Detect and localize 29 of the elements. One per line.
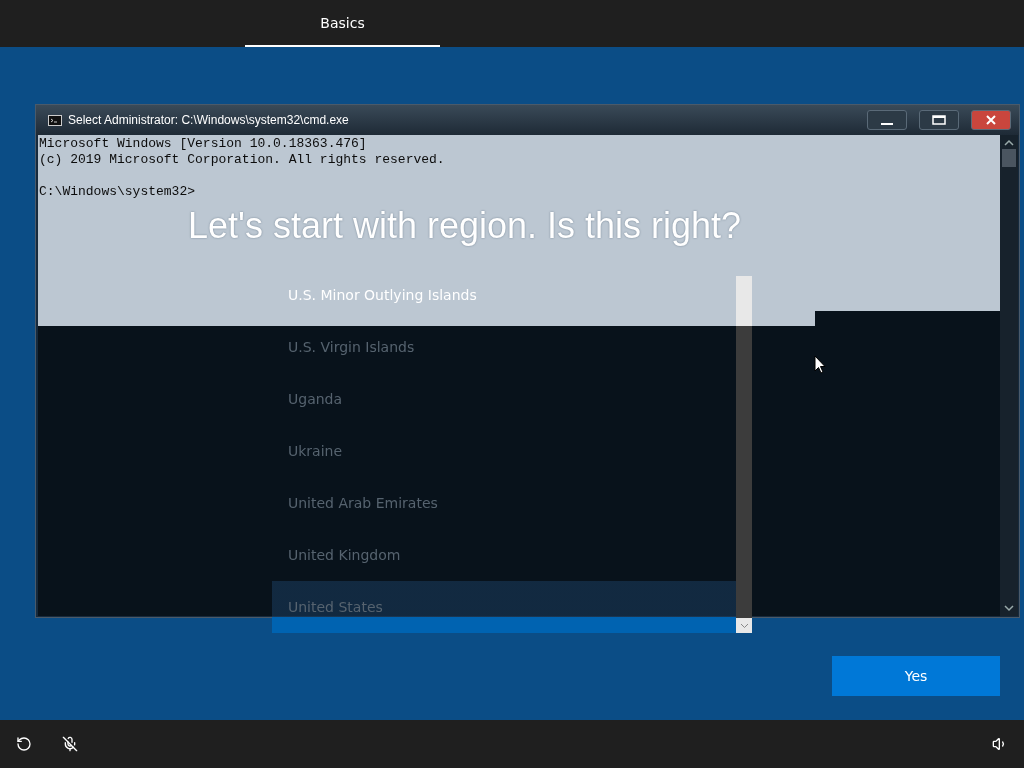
scroll-up-icon[interactable] bbox=[1004, 139, 1014, 147]
region-item[interactable]: United States bbox=[272, 581, 736, 633]
microphone-off-icon[interactable] bbox=[62, 736, 78, 752]
maximize-icon bbox=[932, 115, 946, 125]
minimize-button[interactable] bbox=[867, 110, 907, 130]
window-title: Select Administrator: C:\Windows\system32\cmd.exe bbox=[68, 113, 349, 127]
scroll-down-icon[interactable] bbox=[1004, 604, 1014, 612]
console-prompt: C:\Windows\system32> bbox=[39, 184, 196, 200]
scrollbar[interactable] bbox=[736, 276, 752, 633]
close-button[interactable] bbox=[971, 110, 1011, 130]
region-item[interactable]: Uganda bbox=[272, 373, 736, 425]
region-item[interactable]: U.S. Minor Outlying Islands bbox=[272, 269, 736, 321]
region-item[interactable]: United Kingdom bbox=[272, 529, 736, 581]
console-line: Microsoft Windows [Version 10.0.18363.476] bbox=[39, 136, 367, 152]
scrollbar[interactable] bbox=[1000, 135, 1018, 616]
page-heading: Let's start with region. Is this right? bbox=[188, 205, 742, 247]
console-icon bbox=[48, 114, 62, 126]
circular-arrow-icon[interactable] bbox=[16, 736, 32, 752]
console-line: (c) 2019 Microsoft Corporation. All rights reserved. bbox=[39, 152, 445, 168]
maximize-button[interactable] bbox=[919, 110, 959, 130]
tab[interactable]: Basics bbox=[245, 0, 440, 47]
minimize-icon bbox=[881, 123, 893, 125]
yes-button[interactable]: Yes bbox=[832, 656, 1000, 696]
region-item[interactable]: Ukraine bbox=[272, 425, 736, 477]
scrollbar-thumb[interactable] bbox=[1002, 149, 1016, 167]
region-item[interactable]: United Arab Emirates bbox=[272, 477, 736, 529]
region-item[interactable]: U.S. Virgin Islands bbox=[272, 321, 736, 373]
close-icon bbox=[985, 115, 997, 125]
mouse-pointer-icon bbox=[814, 355, 826, 374]
